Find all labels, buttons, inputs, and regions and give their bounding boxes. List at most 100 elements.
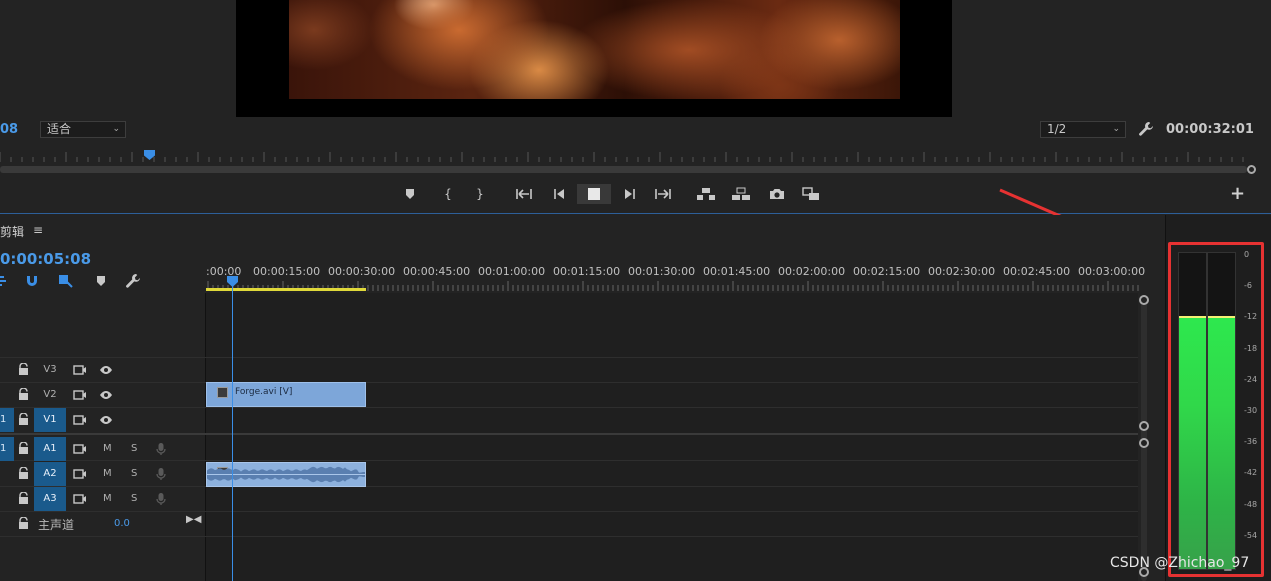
mark-in-button[interactable]: { bbox=[437, 184, 459, 204]
microphone-icon[interactable] bbox=[154, 467, 168, 481]
ruler-time-label: 00:02:15:00 bbox=[853, 265, 921, 278]
sync-lock-icon[interactable] bbox=[73, 363, 87, 377]
nest-toggle-icon[interactable] bbox=[0, 273, 10, 289]
video-clip[interactable]: Forge.avi [V] bbox=[206, 382, 366, 407]
sequence-tab-title[interactable]: 剪辑 bbox=[0, 223, 24, 240]
master-track-label: 主声道 bbox=[38, 518, 75, 532]
sequence-timecode[interactable]: 0:00:05:08 bbox=[0, 250, 91, 268]
track-name-v2[interactable]: V2 bbox=[34, 383, 66, 407]
ruler-time-label: 00:02:45:00 bbox=[1003, 265, 1071, 278]
export-frame-button[interactable] bbox=[766, 184, 788, 204]
sync-lock-icon[interactable] bbox=[73, 413, 87, 427]
solo-toggle[interactable]: S bbox=[131, 437, 137, 461]
mute-toggle[interactable]: M bbox=[103, 487, 112, 511]
zoom-fit-select[interactable]: 适合 ⌄ bbox=[40, 121, 126, 138]
sync-lock-icon[interactable] bbox=[73, 442, 87, 456]
ruler-time-label: 00:00:15:00 bbox=[253, 265, 321, 278]
linked-selection-icon[interactable] bbox=[58, 273, 74, 289]
monitor-time-ruler[interactable] bbox=[0, 150, 1250, 162]
sync-lock-icon[interactable] bbox=[73, 492, 87, 506]
playback-resolution-select[interactable]: 1/2 ⌄ bbox=[1040, 121, 1126, 138]
ruler-time-label: 00:01:15:00 bbox=[553, 265, 621, 278]
add-marker-button[interactable] bbox=[399, 184, 421, 204]
button-editor-add-button[interactable]: + bbox=[1230, 185, 1248, 203]
track-header-v1[interactable]: 1 V1 bbox=[0, 408, 206, 432]
go-to-in-button[interactable] bbox=[513, 184, 535, 204]
scrollbar-handle[interactable] bbox=[1139, 421, 1149, 431]
microphone-icon[interactable] bbox=[154, 442, 168, 456]
audio-clip[interactable] bbox=[206, 462, 366, 487]
step-back-button[interactable] bbox=[548, 184, 570, 204]
clip-label: Forge.avi [V] bbox=[235, 387, 293, 397]
ruler-time-label: 00:03:00:00 bbox=[1078, 265, 1146, 278]
go-to-next-edit-icon[interactable]: ▶◀ bbox=[186, 514, 201, 525]
video-preview bbox=[236, 0, 952, 117]
snap-magnet-icon[interactable] bbox=[24, 273, 40, 289]
work-area-bar[interactable] bbox=[206, 288, 366, 291]
source-patch-v1[interactable]: 1 bbox=[0, 408, 14, 432]
track-header-a3[interactable]: A3 M S bbox=[0, 487, 206, 511]
track-header-v3[interactable]: V3 bbox=[0, 358, 206, 382]
track-header-a1[interactable]: 1 A1 M S bbox=[0, 437, 206, 461]
scrollbar-handle[interactable] bbox=[1139, 295, 1149, 305]
playhead-line bbox=[232, 285, 233, 581]
scrollbar-handle[interactable] bbox=[1139, 438, 1149, 448]
mute-toggle[interactable]: M bbox=[103, 462, 112, 486]
scrollbar-handle[interactable] bbox=[1247, 165, 1256, 174]
monitor-zoom-scrollbar[interactable] bbox=[0, 166, 1247, 173]
track-name-v1[interactable]: V1 bbox=[34, 408, 66, 432]
comparison-view-button[interactable] bbox=[800, 184, 822, 204]
sync-lock-icon[interactable] bbox=[73, 388, 87, 402]
panel-menu-icon[interactable]: ≡ bbox=[33, 223, 43, 237]
track-content-area[interactable] bbox=[206, 293, 1138, 581]
duration-timecode: 00:00:32:01 bbox=[1166, 122, 1254, 137]
eye-icon[interactable] bbox=[99, 363, 113, 377]
lock-icon[interactable] bbox=[18, 363, 29, 375]
track-name-a1[interactable]: A1 bbox=[34, 437, 66, 461]
annotation-highlight-box bbox=[1168, 242, 1264, 577]
plus-icon: + bbox=[1230, 183, 1246, 204]
solo-toggle[interactable]: S bbox=[131, 487, 137, 511]
ruler-time-label: 00:01:45:00 bbox=[703, 265, 771, 278]
microphone-icon[interactable] bbox=[154, 492, 168, 506]
add-marker-icon[interactable] bbox=[93, 273, 109, 289]
lift-icon bbox=[697, 188, 715, 200]
eye-icon[interactable] bbox=[99, 388, 113, 402]
go-to-out-button[interactable] bbox=[652, 184, 674, 204]
camera-icon bbox=[770, 189, 784, 199]
track-header-v2[interactable]: V2 bbox=[0, 383, 206, 407]
ruler-time-label: 00:02:00:00 bbox=[778, 265, 846, 278]
lock-icon[interactable] bbox=[18, 442, 29, 454]
ruler-time-label: 00:00:30:00 bbox=[328, 265, 396, 278]
track-header-a2[interactable]: A2 M S bbox=[0, 462, 206, 486]
video-frame-image bbox=[289, 0, 900, 99]
resolution-value: 1/2 bbox=[1047, 122, 1067, 136]
lock-icon[interactable] bbox=[18, 517, 29, 529]
lock-icon[interactable] bbox=[18, 467, 29, 479]
track-name-v3[interactable]: V3 bbox=[34, 358, 66, 382]
mark-out-button[interactable]: } bbox=[469, 184, 491, 204]
wrench-icon[interactable] bbox=[1138, 121, 1154, 137]
step-back-icon bbox=[554, 189, 564, 199]
source-patch-a1[interactable]: 1 bbox=[0, 437, 14, 461]
step-forward-button[interactable] bbox=[619, 184, 641, 204]
sync-lock-icon[interactable] bbox=[73, 467, 87, 481]
fx-badge-icon bbox=[217, 387, 228, 398]
lock-icon[interactable] bbox=[18, 492, 29, 504]
stop-button[interactable] bbox=[577, 184, 611, 204]
master-volume-value[interactable]: 0.0 bbox=[114, 518, 130, 529]
solo-toggle[interactable]: S bbox=[131, 462, 137, 486]
playhead-timecode[interactable]: 08 bbox=[0, 122, 18, 137]
timeline-settings-wrench-icon[interactable] bbox=[125, 273, 141, 289]
step-forward-icon bbox=[625, 189, 635, 199]
mark-out-icon: } bbox=[476, 187, 484, 201]
lock-icon[interactable] bbox=[18, 413, 29, 425]
mute-toggle[interactable]: M bbox=[103, 437, 112, 461]
extract-icon bbox=[732, 187, 750, 200]
lock-icon[interactable] bbox=[18, 388, 29, 400]
lift-button[interactable] bbox=[695, 184, 717, 204]
track-name-a2[interactable]: A2 bbox=[34, 462, 66, 486]
extract-button[interactable] bbox=[730, 184, 752, 204]
eye-icon[interactable] bbox=[99, 413, 113, 427]
track-name-a3[interactable]: A3 bbox=[34, 487, 66, 511]
